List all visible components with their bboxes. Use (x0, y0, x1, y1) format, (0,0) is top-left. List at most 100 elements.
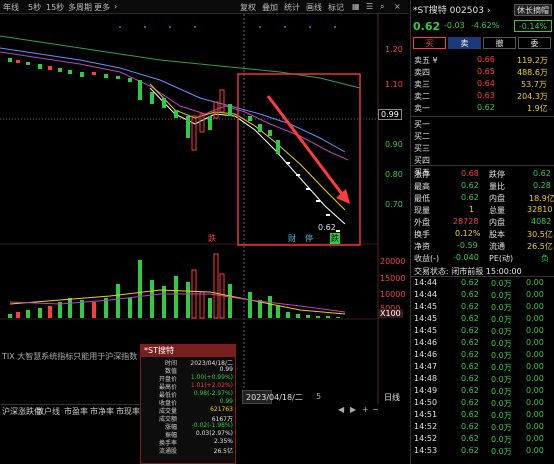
stock-price: 0.62 (413, 20, 441, 33)
tick-v: 0.0万 (491, 327, 512, 336)
mark-button[interactable]: 标记 (328, 2, 344, 13)
tick-t: 14:44 (414, 290, 438, 299)
period-tag[interactable]: 日线 (384, 392, 400, 403)
entrust-button[interactable]: 委 (518, 37, 551, 49)
tick-p: 0.62 (461, 290, 479, 299)
tick-row: 14:48 0.62 0.0万 0.00 (411, 374, 554, 385)
tick-v: 0.0万 (491, 351, 512, 360)
tick-row: 14:47 0.62 0.0万 0.00 (411, 362, 554, 373)
tick-p: 0.62 (461, 398, 479, 407)
tick-p: 0.62 (461, 422, 479, 431)
tick-p: 0.62 (461, 374, 479, 383)
stock-change: -0.03 (444, 21, 465, 30)
crosshair-date: 2023/04/18/二 (246, 393, 303, 402)
tick-p: 0.62 (461, 278, 479, 287)
tick-t: 14:52 (414, 422, 438, 431)
tick-row: 14:49 0.62 0.0万 0.00 (411, 386, 554, 397)
tab-15s[interactable]: 15秒 (46, 2, 64, 13)
tick-v: 0.0万 (491, 447, 512, 456)
tick-p: 0.62 (461, 302, 479, 311)
vol-tick-3: 10000 (380, 290, 406, 299)
tab-retail-line[interactable]: 散户线 (36, 406, 60, 417)
zoom-out-icon[interactable]: − (372, 405, 379, 414)
tab-year[interactable]: 年线 (3, 2, 19, 13)
nav-left-icon[interactable]: ◀ (338, 405, 344, 414)
vol-tick-1: 20000 (380, 257, 406, 266)
tick-s: 0.00 (526, 398, 544, 407)
draw-button[interactable]: 画线 (306, 2, 322, 13)
vol-unit-tag: X100 (378, 309, 403, 318)
adjust-button[interactable]: 复权 (240, 2, 256, 13)
event-marker-3[interactable]: 停 (305, 233, 313, 244)
tick-s: 0.00 (526, 422, 544, 431)
stock-pct: -4.62% (471, 21, 500, 30)
tick-row: 14:45 0.62 0.0万 0.00 (411, 314, 554, 325)
event-marker-2[interactable]: 财 (288, 233, 296, 244)
tick-row: 14:44 0.62 0.0万 0.00 (411, 290, 554, 301)
tick-v: 0.0万 (491, 303, 512, 312)
close-icon[interactable]: × (394, 2, 401, 11)
nav-right-icon[interactable]: ▶ (350, 405, 356, 414)
bottom-tab-bar: 沪深涨跌停 散户线 市盈率 市净率 市现率 (0, 404, 140, 416)
list-icon[interactable]: ☰ (366, 2, 373, 11)
tick-row: 14:45 0.62 0.0万 0.00 (411, 326, 554, 337)
sell-button[interactable]: 卖 (448, 37, 481, 49)
tick-p: 0.62 (461, 314, 479, 323)
tick-s: 0.00 (526, 410, 544, 419)
tick-t: 14:51 (414, 410, 438, 419)
price-tick-6: 0.70 (385, 200, 403, 209)
tab-pb[interactable]: 市净率 (90, 406, 114, 417)
stats-button[interactable]: 统计 (284, 2, 300, 13)
price-tick-5: 0.80 (385, 170, 403, 179)
tab-5s[interactable]: 5秒 (28, 2, 41, 13)
tick-row: 14:51 0.62 0.0万 0.00 (411, 410, 554, 421)
cancel-button[interactable]: 撤 (483, 37, 516, 49)
tick-s: 0.00 (526, 314, 544, 323)
price-tick-4: 0.90 (385, 140, 403, 149)
overlay-button[interactable]: 叠加 (262, 2, 278, 13)
tick-s: 0.00 (526, 326, 544, 335)
premarket-button[interactable]: 休长摘帽 (514, 4, 552, 16)
tick-t: 14:50 (414, 398, 438, 407)
low-price-marker: 0.62 (318, 223, 336, 232)
popup-title: *ST搜特 (141, 345, 235, 357)
tick-row: 14:46 0.62 0.0万 0.00 (411, 350, 554, 361)
tick-row: 14:50 0.62 0.0万 0.00 (411, 398, 554, 409)
tick-s: 0.00 (526, 290, 544, 299)
tick-v: 0.0万 (491, 363, 512, 372)
zoom-icon[interactable]: + (362, 405, 369, 414)
tick-p: 0.62 (461, 446, 479, 455)
chevron-right-icon[interactable]: › (114, 2, 117, 11)
tick-t: 14:46 (414, 350, 438, 359)
tick-row: 14:45 0.62 0.0万 0.00 (411, 302, 554, 313)
tab-pcf[interactable]: 市现率 (116, 406, 140, 417)
stock-app: { "topbar": {"tabs": ["年线","5秒","15秒","多… (0, 0, 554, 464)
tick-s: 0.00 (526, 362, 544, 371)
tick-p: 0.62 (461, 386, 479, 395)
search-icon[interactable]: ⌕ (380, 2, 384, 12)
indicator-info: TIX 大智慧系统指标只能用于沪深指数 (2, 352, 138, 361)
chart-toolbar: 年线 5秒 15秒 多周期 更多 › 复权 叠加 统计 画线 标记 ▦ ☰ ⌕ … (0, 0, 408, 14)
grid-icon[interactable]: ▦ (352, 2, 360, 11)
vol-tick-2: 15000 (380, 274, 406, 283)
tick-row: 14:52 0.62 0.0万 0.00 (411, 422, 554, 433)
tick-p: 0.62 (461, 338, 479, 347)
tab-multi-period[interactable]: 多周期 (68, 2, 92, 13)
event-marker-4[interactable]: 跌 (330, 233, 340, 244)
buy-button[interactable]: 买 (413, 37, 446, 49)
tab-more[interactable]: 更多 (94, 2, 110, 13)
tick-v: 0.0万 (491, 291, 512, 300)
event-marker-1[interactable]: 跌 (208, 233, 216, 244)
tick-s: 0.00 (526, 302, 544, 311)
tick-v: 0.0万 (491, 315, 512, 324)
tick-t: 14:46 (414, 338, 438, 347)
tick-s: 0.00 (526, 434, 544, 443)
last-price-tag: 0.99 (378, 109, 402, 120)
tick-s: 0.00 (526, 446, 544, 455)
tick-t: 14:53 (414, 446, 438, 455)
stock-title: *ST搜特 002503 › (413, 6, 491, 16)
tick-p: 0.62 (461, 434, 479, 443)
tab-pe[interactable]: 市盈率 (64, 406, 88, 417)
tick-s: 0.00 (526, 350, 544, 359)
tick-v: 0.0万 (491, 375, 512, 384)
